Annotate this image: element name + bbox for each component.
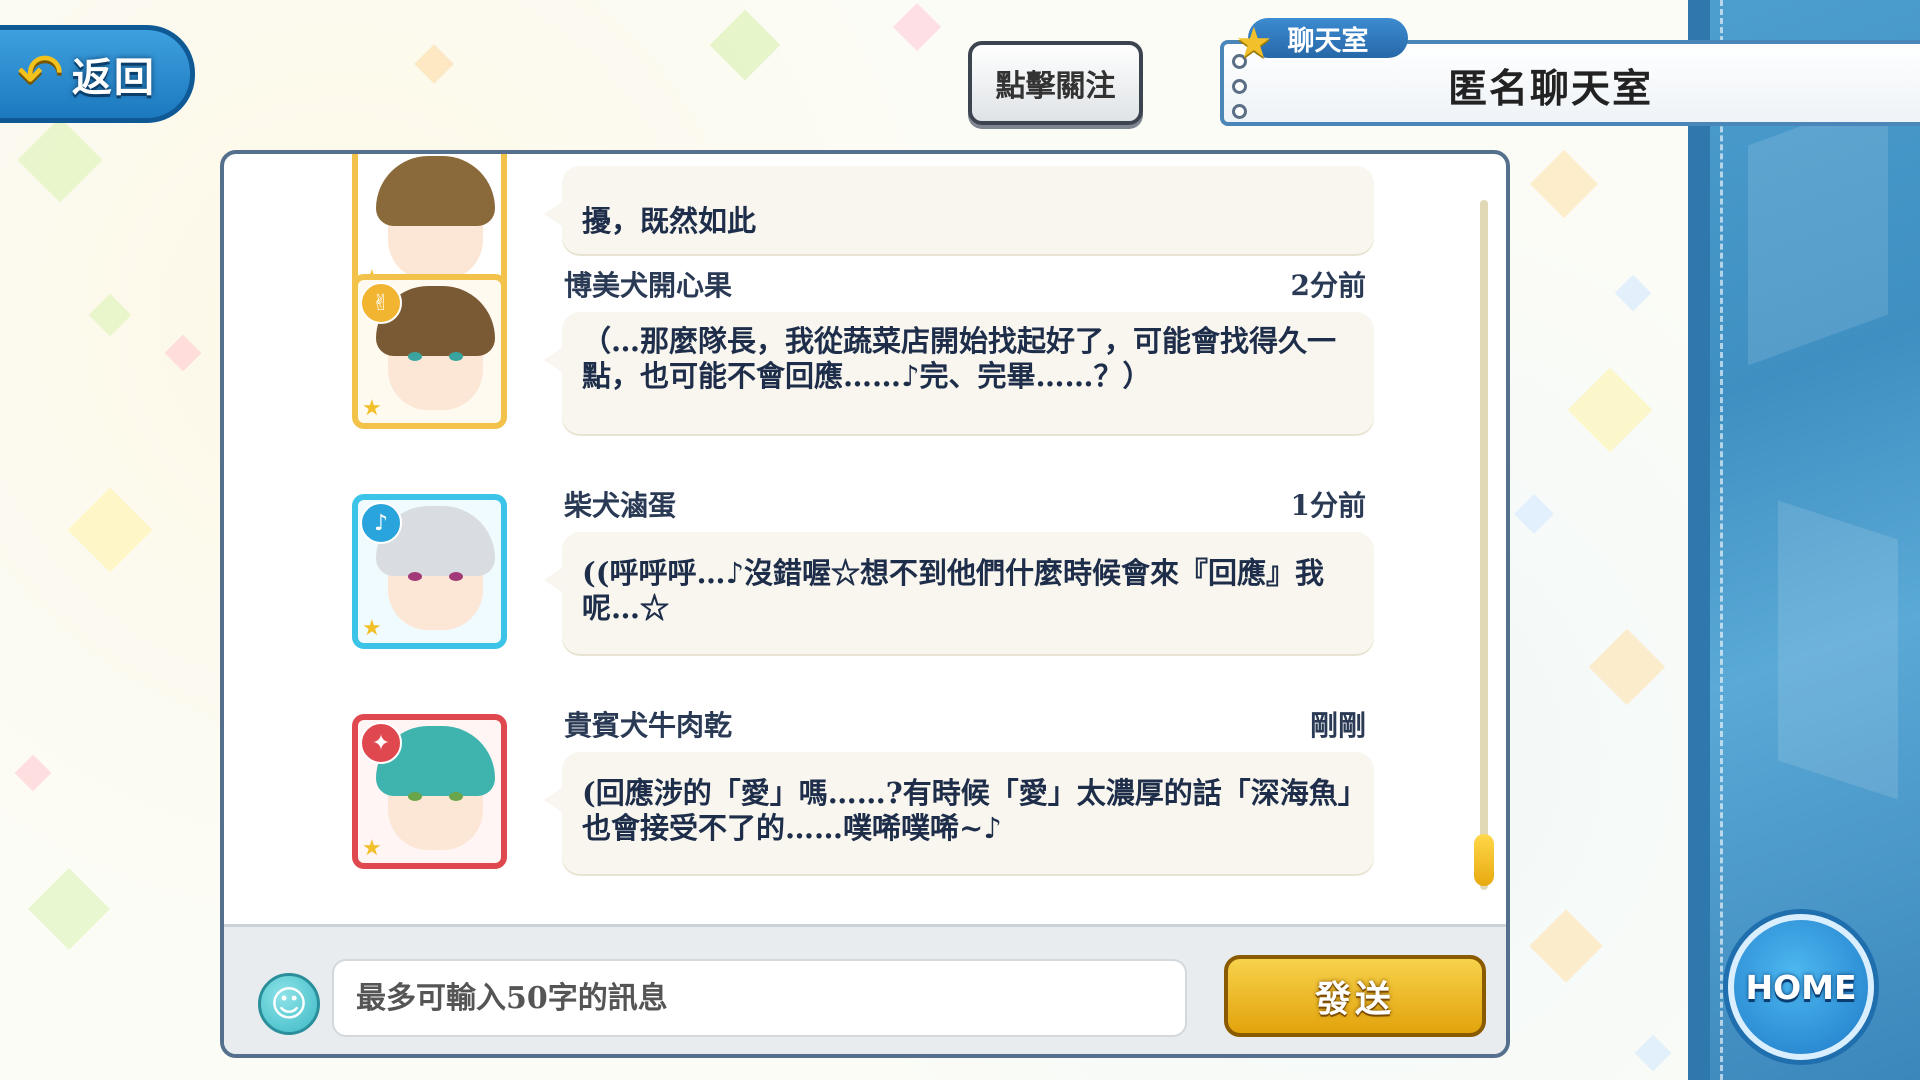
chat-message-list[interactable]: ★ 擾，既然如此 ✌ ★ 博美犬開心果 2分前 （…那麼隊長，我從蔬菜店開始找起…: [224, 154, 1506, 924]
avatar[interactable]: ✦ ★: [352, 714, 507, 869]
message-input[interactable]: [332, 959, 1187, 1037]
rarity-star-icon: ★: [362, 836, 382, 861]
unit-badge-icon: ✦: [360, 722, 402, 764]
rarity-star-icon: ★: [362, 616, 382, 641]
star-icon: ★: [1235, 18, 1273, 67]
message-time: 剛剛: [1309, 709, 1366, 742]
rarity-star-icon: ★: [362, 396, 382, 421]
undo-arrow-icon: ↶: [17, 41, 64, 107]
send-button[interactable]: 發送: [1224, 955, 1486, 1037]
message-text: (回應涉的「愛」嗎……?有時候「愛」太濃厚的話「深海魚」也會接受不了的……噗唏噗…: [582, 776, 1353, 845]
message-text: ((呼呼呼…♪沒錯喔☆想不到他們什麼時候會來『回應』我呢…☆: [582, 556, 1324, 625]
message-bubble: （…那麼隊長，我從蔬菜店開始找起好了，可能會找得久一點，也可能不會回應……♪完、…: [544, 312, 1374, 434]
message-time: 2分前: [1290, 269, 1366, 302]
home-button[interactable]: HOME: [1728, 914, 1874, 1060]
avatar[interactable]: ♪ ★: [352, 494, 507, 649]
scrollbar-track[interactable]: [1480, 200, 1488, 890]
unit-badge-icon: ✌: [360, 282, 402, 324]
back-label: 返回: [71, 54, 156, 101]
sender-name: 柴犬滷蛋: [564, 489, 677, 522]
message-bubble: 擾，既然如此: [544, 166, 1374, 254]
message-text: （…那麼隊長，我從蔬菜店開始找起好了，可能會找得久一點，也可能不會回應……♪完、…: [582, 324, 1337, 393]
smiley-icon[interactable]: ☺: [258, 973, 320, 1035]
unit-badge-icon: ♪: [360, 502, 402, 544]
room-title: 匿名聊天室: [1448, 66, 1654, 112]
follow-button[interactable]: 點擊關注: [968, 41, 1143, 125]
message-bubble: ((呼呼呼…♪沒錯喔☆想不到他們什麼時候會來『回應』我呢…☆: [544, 532, 1374, 654]
message-text: 擾，既然如此: [582, 204, 757, 238]
sender-name: 貴賓犬牛肉乾: [564, 709, 733, 742]
sender-name: 博美犬開心果: [564, 269, 733, 302]
message-bubble: (回應涉的「愛」嗎……?有時候「愛」太濃厚的話「深海魚」也會接受不了的……噗唏噗…: [544, 752, 1374, 874]
message-time: 1分前: [1290, 489, 1366, 522]
composer-bar: ☺ 發送: [224, 924, 1506, 1054]
back-button[interactable]: ↶ 返回: [0, 25, 195, 123]
avatar[interactable]: ✌ ★: [352, 274, 507, 429]
chat-panel: ★ 擾，既然如此 ✌ ★ 博美犬開心果 2分前 （…那麼隊長，我從蔬菜店開始找起…: [220, 150, 1510, 1058]
scrollbar-thumb[interactable]: [1474, 834, 1494, 886]
